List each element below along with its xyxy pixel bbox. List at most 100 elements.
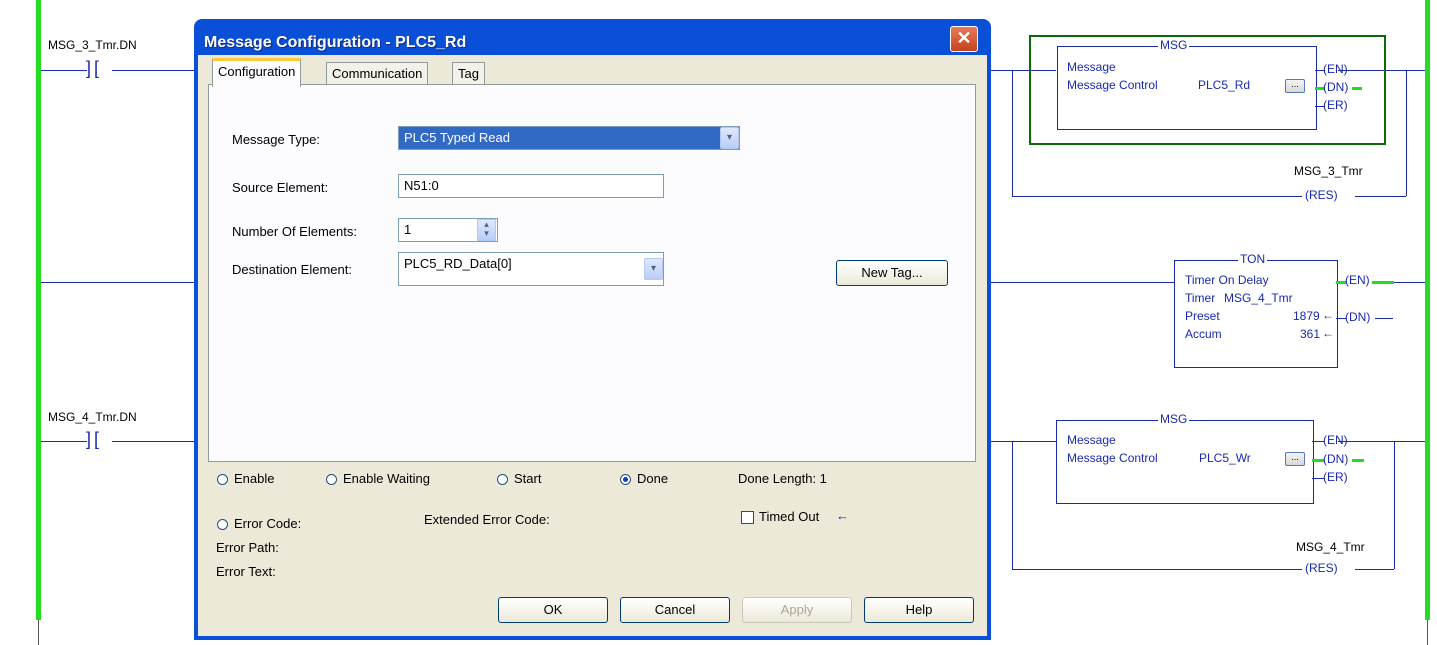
rung1-branch-left — [1012, 70, 1013, 196]
tab-configuration[interactable]: Configuration — [212, 58, 302, 87]
right-rail-stub — [1427, 620, 1428, 645]
rung2-ton-accum-arrow: ← — [1322, 326, 1334, 340]
done-indicator — [620, 474, 631, 485]
destination-element-combo[interactable]: PLC5_RD_Data[0] — [398, 252, 664, 286]
rung1-msg-row1: Message — [1067, 60, 1116, 74]
rung1-msg-title: MSG — [1158, 38, 1190, 52]
rung2-wire-end — [1394, 282, 1425, 283]
rung2-ton-accum-value[interactable]: 361 — [1300, 327, 1320, 341]
done-label: Done — [637, 471, 669, 486]
left-rail-stub — [38, 620, 39, 645]
rung1-res-coil[interactable]: (RES) — [1303, 188, 1340, 202]
rung3-out-en: (EN) — [1323, 433, 1348, 447]
rung3-branch-bottom-right — [1355, 569, 1394, 570]
error-code-indicator — [217, 519, 228, 530]
help-button[interactable]: Help — [864, 597, 974, 623]
rung2-ton-title: TON — [1238, 252, 1268, 266]
timed-out-arrow-icon: ← — [836, 508, 849, 523]
close-icon[interactable]: ✕ — [950, 26, 978, 52]
rung1-branch-bottom-right — [1355, 196, 1406, 197]
rung3-contact-symbol[interactable]: ] [ — [86, 429, 99, 450]
enable-waiting-label: Enable Waiting — [343, 471, 430, 486]
rung1-msg-control-label: Message Control — [1067, 78, 1158, 92]
rung2-wire-left — [41, 282, 194, 283]
message-type-dropdown-icon[interactable]: ▾ — [720, 127, 739, 149]
enable-waiting-indicator — [326, 474, 337, 485]
rung3-res-tag[interactable]: MSG_4_Tmr — [1296, 540, 1365, 554]
right-power-rail — [1425, 0, 1430, 620]
rung2-dn-right — [1375, 318, 1393, 319]
rung2-ton-timer-label: Timer — [1185, 291, 1216, 305]
rung3-branch-left — [1012, 441, 1013, 569]
rung2-ton-preset-label: Preset — [1185, 309, 1220, 323]
rung3-msg-control-value[interactable]: PLC5_Wr — [1199, 451, 1251, 465]
rung3-msg-ellipsis-button[interactable]: ... — [1285, 452, 1305, 466]
rung1-dn-lit-right — [1352, 87, 1362, 90]
rung1-out-dn: (DN) — [1323, 80, 1349, 94]
timed-out-checkbox — [741, 511, 754, 524]
enable-label: Enable — [234, 471, 275, 486]
timed-out-label: Timed Out — [759, 509, 820, 524]
enable-indicator — [217, 474, 228, 485]
rung3-wire-end — [1338, 441, 1425, 442]
destination-element-label: Destination Element: — [232, 262, 352, 277]
message-type-combo[interactable]: PLC5 Typed Read — [398, 126, 740, 150]
message-type-value: PLC5 Typed Read — [404, 130, 510, 145]
start-indicator — [497, 474, 508, 485]
rung3-wire-mid — [112, 441, 194, 442]
rung3-contact-tag[interactable]: MSG_4_Tmr.DN — [48, 410, 137, 424]
destination-element-value: PLC5_RD_Data[0] — [404, 256, 512, 271]
rung3-branch-bottom — [1012, 569, 1302, 570]
rung3-dn-lit-right — [1352, 459, 1364, 462]
source-element-input[interactable]: N51:0 — [398, 174, 664, 198]
number-of-elements-label: Number Of Elements: — [232, 224, 357, 239]
done-length: Done Length: 1 — [738, 471, 827, 486]
error-text-label: Error Text: — [216, 564, 276, 579]
rung1-wire-mid — [112, 70, 194, 71]
rung1-contact-symbol[interactable]: ] [ — [86, 58, 99, 79]
extended-error-code-label: Extended Error Code: — [424, 512, 550, 527]
rung1-contact-tag[interactable]: MSG_3_Tmr.DN — [48, 38, 137, 52]
destination-element-dropdown-icon[interactable]: ▾ — [644, 258, 663, 280]
new-tag-button[interactable]: New Tag... — [836, 260, 948, 286]
message-type-label: Message Type: — [232, 132, 320, 147]
rung1-msg-control-value[interactable]: PLC5_Rd — [1198, 78, 1250, 92]
left-power-rail — [36, 0, 41, 620]
apply-button[interactable]: Apply — [742, 597, 852, 623]
rung3-msg-title: MSG — [1158, 412, 1190, 426]
source-element-label: Source Element: — [232, 180, 329, 195]
tab-tag[interactable]: Tag — [452, 62, 485, 85]
rung2-ton-row1: Timer On Delay — [1185, 273, 1269, 287]
rung2-ton-timer-value[interactable]: MSG_4_Tmr — [1224, 291, 1293, 305]
rung3-wire-right — [991, 441, 1056, 442]
error-code-label: Error Code: — [234, 516, 302, 531]
rung2-out-en: (EN) — [1345, 273, 1370, 287]
rung3-branch-right — [1394, 441, 1395, 569]
rung2-ton-preset-arrow: ← — [1322, 308, 1334, 322]
error-path-label: Error Path: — [216, 540, 279, 555]
rung2-ton-accum-label: Accum — [1185, 327, 1222, 341]
cancel-button[interactable]: Cancel — [620, 597, 730, 623]
rung3-msg-row1: Message — [1067, 433, 1116, 447]
tab-communication[interactable]: Communication — [326, 62, 429, 85]
rung2-wire-right — [991, 282, 1174, 283]
rung3-msg-control-label: Message Control — [1067, 451, 1158, 465]
rung1-out-er: (ER) — [1323, 98, 1348, 112]
rung1-msg-ellipsis-button[interactable]: ... — [1285, 79, 1305, 93]
rung2-ton-preset-value[interactable]: 1879 — [1293, 309, 1320, 323]
rung1-wire-left — [41, 70, 87, 71]
number-of-elements-spinner[interactable]: ▴ ▾ — [477, 219, 496, 241]
rung3-res-coil[interactable]: (RES) — [1303, 561, 1340, 575]
start-label: Start — [514, 471, 542, 486]
rung1-res-tag[interactable]: MSG_3_Tmr — [1294, 164, 1363, 178]
rung2-en-lit-right — [1372, 281, 1394, 284]
rung3-out-er: (ER) — [1323, 470, 1348, 484]
rung1-branch-bottom — [1012, 196, 1302, 197]
rung3-wire-left — [41, 441, 87, 442]
ok-button[interactable]: OK — [498, 597, 608, 623]
rung2-out-dn: (DN) — [1345, 310, 1371, 324]
rung3-out-dn: (DN) — [1323, 452, 1349, 466]
spin-down-icon[interactable]: ▾ — [478, 229, 495, 238]
rung1-branch-right — [1406, 70, 1407, 196]
rung1-out-en: (EN) — [1323, 62, 1348, 76]
